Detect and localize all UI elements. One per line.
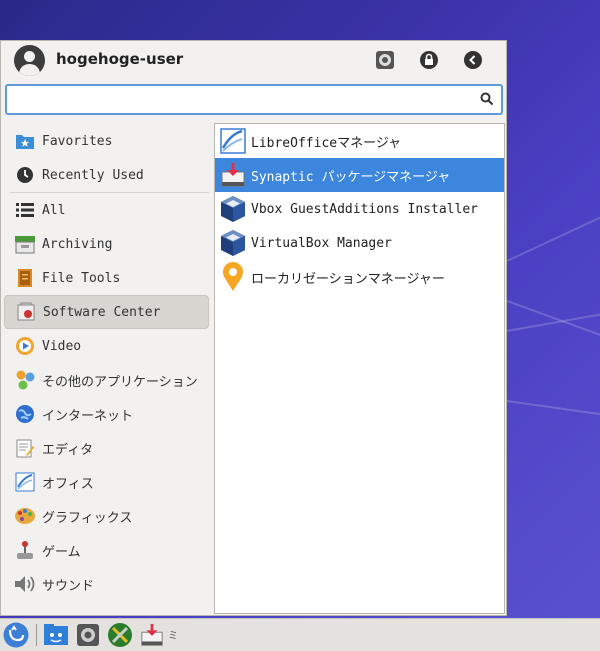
start-menu-icon — [3, 622, 29, 648]
file-manager-launcher[interactable] — [43, 622, 69, 648]
category-label: サウンド — [42, 578, 95, 594]
category-label: ゲーム — [42, 544, 81, 560]
joystick-icon — [14, 539, 36, 561]
virtualbox-icon — [219, 229, 247, 257]
folder-star-icon — [14, 130, 36, 152]
category-internet[interactable]: インターネット — [4, 397, 209, 431]
username: hogehoge-user — [56, 50, 184, 68]
clock-icon — [14, 164, 36, 186]
category-sound[interactable]: サウンド — [4, 567, 209, 601]
back-button[interactable] — [463, 50, 483, 70]
synaptic-icon — [219, 161, 247, 189]
taskbar-divider — [36, 624, 37, 646]
taskbar: ミ — [0, 618, 600, 651]
desktop-decoration — [506, 209, 600, 262]
category-label: エディタ — [42, 442, 94, 458]
virtualbox-icon — [219, 195, 247, 223]
category-software-center[interactable]: Software Center — [4, 295, 209, 329]
speaker-icon — [14, 573, 36, 595]
app-label: ローカリゼーションマネージャー — [251, 271, 445, 287]
archive-icon — [14, 233, 36, 255]
software-center-icon — [15, 301, 37, 323]
search-icon — [480, 92, 494, 106]
video-icon — [14, 335, 36, 357]
settings-button[interactable] — [375, 50, 395, 70]
start-menu-button[interactable] — [3, 622, 29, 648]
category-archiving[interactable]: Archiving — [4, 227, 209, 261]
settings-icon — [376, 51, 394, 69]
app-item-vbox-guest-additions[interactable]: Vbox GuestAdditions Installer — [215, 192, 504, 226]
tool-launcher[interactable] — [107, 622, 133, 648]
search-box[interactable] — [5, 84, 503, 115]
office-icon — [14, 471, 36, 493]
category-label: Video — [42, 338, 82, 354]
app-item-localization-manager[interactable]: ローカリゼーションマネージャー — [215, 260, 504, 294]
category-recently-used[interactable]: Recently Used — [4, 158, 209, 192]
other-apps-icon — [14, 369, 36, 391]
category-label: グラフィックス — [42, 510, 133, 526]
synaptic-launcher[interactable] — [139, 622, 165, 648]
category-label: Archiving — [42, 236, 113, 252]
file-tools-icon — [14, 267, 36, 289]
app-label: Vbox GuestAdditions Installer — [251, 201, 478, 217]
category-favorites[interactable]: Favorites — [4, 124, 209, 158]
file-manager-icon — [44, 624, 68, 645]
list-icon — [14, 199, 36, 221]
category-all[interactable]: All — [4, 193, 209, 227]
category-label: Favorites — [42, 133, 113, 149]
editor-icon — [14, 437, 36, 459]
lock-icon — [420, 51, 438, 69]
application-menu: hogehoge-user Favorites Recently Used Al… — [0, 40, 507, 616]
chevron-left-icon — [464, 51, 482, 69]
graphics-icon — [14, 505, 36, 527]
category-video[interactable]: Video — [4, 329, 209, 363]
app-label: VirtualBox Manager — [251, 235, 392, 251]
category-office[interactable]: オフィス — [4, 465, 209, 499]
category-other-apps[interactable]: その他のアプリケーション — [4, 363, 209, 397]
app-item-libreoffice-manager[interactable]: LibreOfficeマネージャ — [215, 124, 504, 158]
gear-icon — [77, 624, 99, 646]
internet-icon — [14, 403, 36, 425]
category-list: Favorites Recently Used All Archiving Fi… — [4, 124, 209, 601]
app-label: Synaptic パッケージマネージャ — [251, 169, 451, 185]
synaptic-icon — [141, 623, 163, 646]
location-pin-icon — [219, 262, 247, 291]
category-games[interactable]: ゲーム — [4, 533, 209, 567]
category-label: File Tools — [42, 270, 121, 286]
category-label: その他のアプリケーション — [42, 374, 198, 390]
category-label: オフィス — [42, 476, 94, 492]
category-label: Software Center — [43, 304, 161, 320]
menu-header: hogehoge-user — [1, 41, 506, 83]
app-list: LibreOfficeマネージャ Synaptic パッケージマネージャ Vbo… — [214, 123, 505, 614]
category-file-tools[interactable]: File Tools — [4, 261, 209, 295]
search-input[interactable] — [11, 86, 475, 113]
category-editor[interactable]: エディタ — [4, 431, 209, 465]
app-label: LibreOfficeマネージャ — [251, 135, 402, 151]
category-graphics[interactable]: グラフィックス — [4, 499, 209, 533]
category-label: インターネット — [42, 408, 134, 424]
crossed-tools-icon — [108, 623, 132, 647]
category-label: Recently Used — [42, 167, 144, 183]
category-label: All — [42, 202, 66, 218]
app-item-virtualbox-manager[interactable]: VirtualBox Manager — [215, 226, 504, 260]
lock-button[interactable] — [419, 50, 439, 70]
libreoffice-icon — [219, 127, 247, 155]
avatar[interactable] — [14, 45, 45, 76]
settings-launcher[interactable] — [75, 622, 101, 648]
app-item-synaptic[interactable]: Synaptic パッケージマネージャ — [215, 158, 504, 192]
desktop-decoration — [506, 400, 600, 419]
taskbar-overflow[interactable]: ミ — [168, 627, 178, 642]
